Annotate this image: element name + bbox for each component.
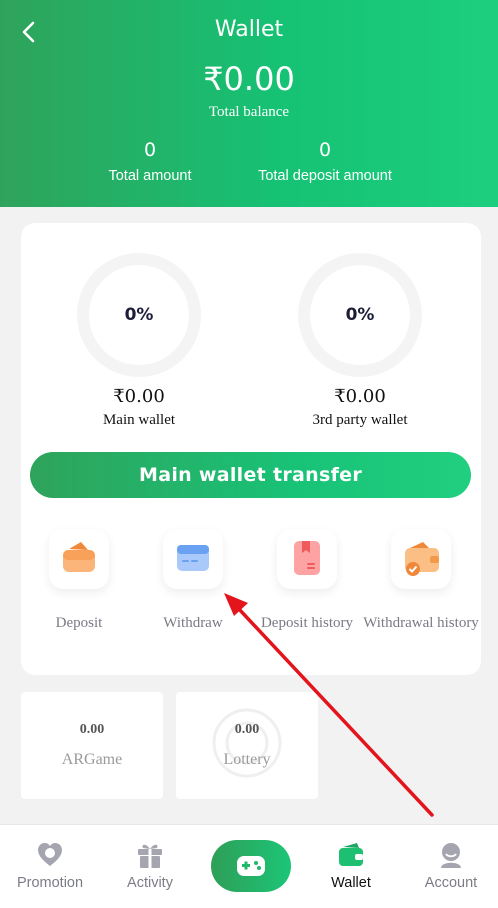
deposit-icon: [63, 542, 95, 572]
wallet-card: 0% 0% ₹0.00 Main wallet ₹0.00 3rd party …: [21, 223, 481, 675]
lottery-balance: 0.00: [234, 722, 260, 737]
total-balance-label: Total balance: [208, 104, 290, 120]
main-wallet-percent: 0%: [124, 305, 154, 325]
argame-name: ARGame: [61, 751, 123, 768]
total-amount-stat: 0 Total amount: [90, 138, 210, 184]
deposit-history-label: Deposit history: [260, 615, 354, 631]
wallet-icon: [339, 843, 363, 866]
third-party-wallet-amount: ₹0.00: [334, 386, 386, 407]
nav-account-label: Account: [424, 875, 478, 891]
withdraw-button[interactable]: Withdraw: [135, 529, 251, 635]
withdrawal-history-label: Withdrawal history: [363, 615, 479, 631]
deposit-history-icon: [294, 541, 320, 575]
third-party-wallet-label: 3rd party wallet: [312, 412, 408, 428]
nav-account[interactable]: Account: [401, 825, 498, 908]
withdrawal-history-button[interactable]: Withdrawal history: [363, 529, 479, 635]
withdrawal-history-icon: [405, 542, 439, 576]
argame-tile[interactable]: 0.00 ARGame: [21, 692, 163, 799]
total-deposit-value: 0: [318, 139, 332, 161]
main-wallet-transfer-button[interactable]: Main wallet transfer: [30, 452, 471, 498]
gamepad-icon: [237, 856, 265, 876]
main-wallet-amount: ₹0.00: [113, 386, 165, 407]
argame-balance: 0.00: [79, 722, 105, 737]
page-title: Wallet: [214, 17, 284, 42]
nav-activity[interactable]: Activity: [100, 825, 200, 908]
withdraw-label: Withdraw: [163, 615, 223, 631]
lottery-tile[interactable]: 0.00 Lottery: [176, 692, 318, 799]
deposit-label: Deposit: [55, 615, 103, 631]
account-icon: [441, 843, 461, 868]
deposit-button[interactable]: Deposit: [21, 529, 137, 635]
third-party-wallet-progress-ring: 0%: [298, 253, 422, 377]
bottom-navigation: Promotion Activity Wallet Account: [0, 824, 498, 908]
deposit-history-button[interactable]: Deposit history: [249, 529, 365, 635]
nav-activity-label: Activity: [127, 875, 173, 891]
total-amount-label: Total amount: [108, 168, 192, 184]
withdraw-card-icon: [177, 545, 209, 571]
third-party-wallet-percent: 0%: [345, 305, 375, 325]
wallet-header: Wallet ₹0.00 Total balance 0 Total amoun…: [0, 0, 498, 207]
total-deposit-label: Total deposit amount: [258, 168, 392, 184]
total-amount-value: 0: [143, 139, 157, 161]
main-wallet-progress-ring: 0%: [77, 253, 201, 377]
nav-promotion-label: Promotion: [16, 875, 84, 891]
gift-icon: [138, 844, 162, 868]
promotion-icon: [38, 843, 62, 866]
nav-wallet-label: Wallet: [331, 875, 371, 891]
nav-games-button[interactable]: [211, 840, 291, 892]
main-wallet-label: Main wallet: [102, 412, 176, 428]
total-deposit-stat: 0 Total deposit amount: [245, 138, 405, 184]
nav-wallet[interactable]: Wallet: [301, 825, 401, 908]
total-balance-value: ₹0.00: [203, 60, 295, 98]
nav-promotion[interactable]: Promotion: [0, 825, 100, 908]
lottery-name: Lottery: [223, 751, 271, 768]
